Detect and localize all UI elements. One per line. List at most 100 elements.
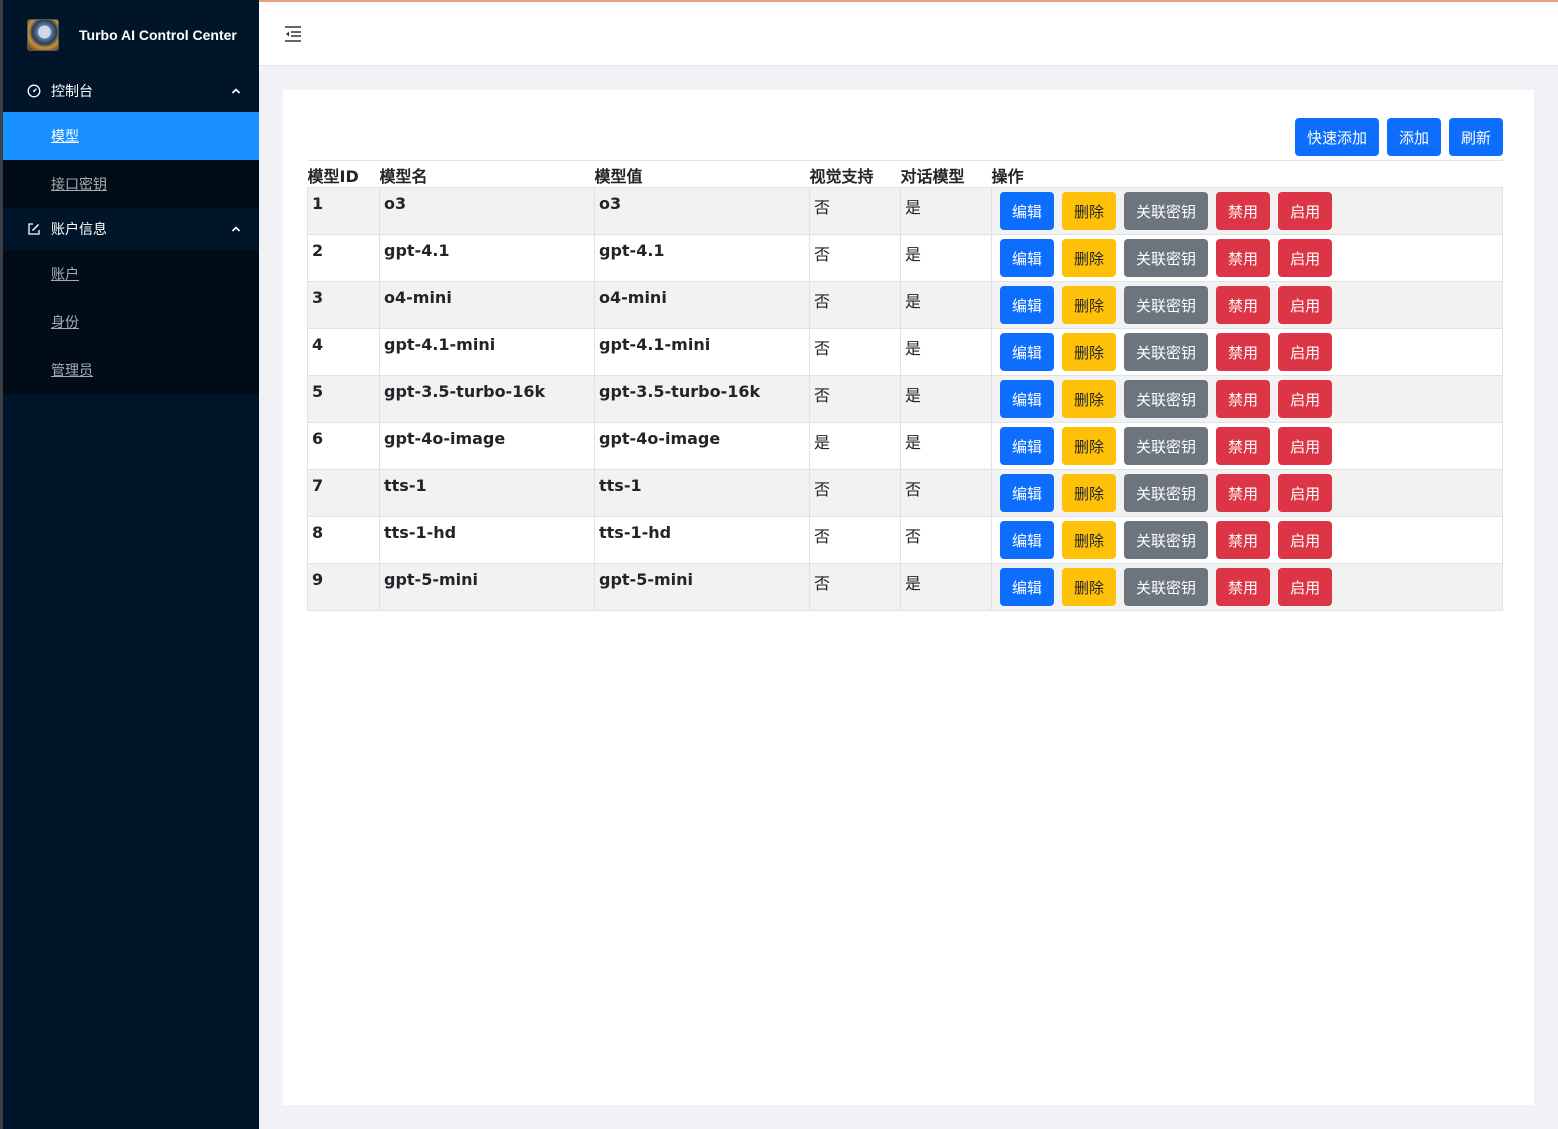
menu-group-account[interactable]: 账户信息	[3, 208, 259, 250]
link-key-button[interactable]: 关联密钥	[1124, 474, 1209, 512]
cell-chat: 是	[900, 328, 992, 376]
row-actions: 编辑 删除 关联密钥 禁用 启用	[1000, 380, 1494, 418]
refresh-button[interactable]: 刷新	[1448, 118, 1503, 156]
chevron-up-icon	[231, 224, 241, 234]
cell-vision: 否	[809, 563, 901, 611]
disable-button[interactable]: 禁用	[1216, 192, 1271, 230]
table-row: 1 o3 o3 否是编辑 删除 关联密钥 禁用 启用	[307, 187, 1503, 235]
edit-button[interactable]: 编辑	[1000, 333, 1055, 371]
cell-chat: 是	[900, 281, 992, 329]
cell-id: 4	[307, 328, 380, 376]
cell-value: gpt-4o-image	[594, 422, 810, 470]
enable-button[interactable]: 启用	[1278, 427, 1333, 465]
submenu-console: 模型 接口密钥	[3, 112, 259, 208]
col-header-value: 模型值	[594, 160, 810, 188]
brand: Turbo AI Control Center	[3, 0, 259, 70]
enable-button[interactable]: 启用	[1278, 239, 1333, 277]
sidebar-item-admin[interactable]: 管理员	[3, 346, 259, 394]
edit-button[interactable]: 编辑	[1000, 192, 1055, 230]
cell-name: tts-1	[379, 469, 595, 517]
cell-id: 5	[307, 375, 380, 423]
col-header-vision: 视觉支持	[809, 160, 901, 188]
delete-button[interactable]: 删除	[1062, 286, 1117, 324]
edit-button[interactable]: 编辑	[1000, 239, 1055, 277]
col-header-chat: 对话模型	[900, 160, 992, 188]
table-row: 6 gpt-4o-image gpt-4o-image 是是编辑 删除 关联密钥 禁用 启用	[307, 422, 1503, 470]
link-key-button[interactable]: 关联密钥	[1124, 333, 1209, 371]
table-row: 4 gpt-4.1-mini gpt-4.1-mini 否是编辑 删除 关联密钥 禁用 启用	[307, 328, 1503, 376]
cell-value: o3	[594, 187, 810, 235]
link-key-button[interactable]: 关联密钥	[1124, 427, 1209, 465]
disable-button[interactable]: 禁用	[1216, 521, 1271, 559]
cell-value: o4-mini	[594, 281, 810, 329]
sidebar-item-account[interactable]: 账户	[3, 250, 259, 298]
cell-id: 1	[307, 187, 380, 235]
enable-button[interactable]: 启用	[1278, 380, 1333, 418]
enable-button[interactable]: 启用	[1278, 474, 1333, 512]
disable-button[interactable]: 禁用	[1216, 474, 1271, 512]
cell-value: gpt-4.1-mini	[594, 328, 810, 376]
sidebar-item-api-keys[interactable]: 接口密钥	[3, 160, 259, 208]
table-row: 5 gpt-3.5-turbo-16k gpt-3.5-turbo-16k 否是编辑删…	[307, 375, 1503, 423]
edit-button[interactable]: 编辑	[1000, 521, 1055, 559]
edit-button[interactable]: 编辑	[1000, 474, 1055, 512]
cell-chat: 是	[900, 187, 992, 235]
delete-button[interactable]: 删除	[1062, 474, 1117, 512]
chevron-up-icon	[231, 86, 241, 96]
quick-add-button[interactable]: 快速添加	[1294, 118, 1379, 156]
menu-fold-icon[interactable]	[283, 24, 303, 44]
enable-button[interactable]: 启用	[1278, 521, 1333, 559]
cell-value: gpt-5-mini	[594, 563, 810, 611]
edit-button[interactable]: 编辑	[1000, 380, 1055, 418]
link-key-button[interactable]: 关联密钥	[1124, 239, 1209, 277]
delete-button[interactable]: 删除	[1062, 427, 1117, 465]
delete-button[interactable]: 删除	[1062, 192, 1117, 230]
disable-button[interactable]: 禁用	[1216, 239, 1271, 277]
disable-button[interactable]: 禁用	[1216, 427, 1271, 465]
disable-button[interactable]: 禁用	[1216, 333, 1271, 371]
row-actions: 编辑 删除 关联密钥 禁用 启用	[1000, 568, 1494, 606]
edit-button[interactable]: 编辑	[1000, 286, 1055, 324]
content-card: 快速添加 添加 刷新 模型ID 模型名 模型值 视觉支持 对话模型 操作 1 o3…	[283, 90, 1534, 1105]
link-key-button[interactable]: 关联密钥	[1124, 286, 1209, 324]
delete-button[interactable]: 删除	[1062, 521, 1117, 559]
table-row: 7 tts-1 tts-1 否否编辑 删除 关联密钥 禁用 启用	[307, 469, 1503, 517]
delete-button[interactable]: 删除	[1062, 568, 1117, 606]
link-key-button[interactable]: 关联密钥	[1124, 521, 1209, 559]
disable-button[interactable]: 禁用	[1216, 568, 1271, 606]
table-body: 1 o3 o3 否是编辑 删除 关联密钥 禁用 启用 2 gpt-4.1 gpt-4.1 否是编辑 删除…	[307, 187, 1503, 611]
enable-button[interactable]: 启用	[1278, 286, 1333, 324]
disable-button[interactable]: 禁用	[1216, 380, 1271, 418]
menu-group-console[interactable]: 控制台	[3, 70, 259, 112]
cell-value: gpt-3.5-turbo-16k	[594, 375, 810, 423]
sidebar: Turbo AI Control Center 控制台 模型 接口密钥 账户信息…	[0, 0, 259, 1129]
edit-button[interactable]: 编辑	[1000, 427, 1055, 465]
cell-actions: 编辑 删除 关联密钥 禁用 启用	[991, 516, 1503, 564]
delete-button[interactable]: 删除	[1062, 333, 1117, 371]
table-row: 3 o4-mini o4-mini 否是编辑 删除 关联密钥 禁用 启用	[307, 281, 1503, 329]
cell-name: gpt-4.1	[379, 234, 595, 282]
col-header-actions: 操作	[991, 160, 1503, 188]
link-key-button[interactable]: 关联密钥	[1124, 380, 1209, 418]
cell-name: gpt-4o-image	[379, 422, 595, 470]
enable-button[interactable]: 启用	[1278, 192, 1333, 230]
table-row: 9 gpt-5-mini gpt-5-mini 否是编辑 删除 关联密钥 禁用 启用	[307, 563, 1503, 611]
cell-chat: 否	[900, 516, 992, 564]
cell-actions: 编辑 删除 关联密钥 禁用 启用	[991, 422, 1503, 470]
link-key-button[interactable]: 关联密钥	[1124, 568, 1209, 606]
col-header-id: 模型ID	[307, 160, 380, 188]
edit-button[interactable]: 编辑	[1000, 568, 1055, 606]
delete-button[interactable]: 删除	[1062, 239, 1117, 277]
sidebar-item-identity[interactable]: 身份	[3, 298, 259, 346]
enable-button[interactable]: 启用	[1278, 333, 1333, 371]
sidebar-item-models[interactable]: 模型	[3, 112, 259, 160]
enable-button[interactable]: 启用	[1278, 568, 1333, 606]
delete-button[interactable]: 删除	[1062, 380, 1117, 418]
cell-value: tts-1	[594, 469, 810, 517]
cell-vision: 否	[809, 328, 901, 376]
disable-button[interactable]: 禁用	[1216, 286, 1271, 324]
add-button[interactable]: 添加	[1386, 118, 1441, 156]
link-key-button[interactable]: 关联密钥	[1124, 192, 1209, 230]
cell-id: 3	[307, 281, 380, 329]
app-logo	[27, 19, 59, 51]
